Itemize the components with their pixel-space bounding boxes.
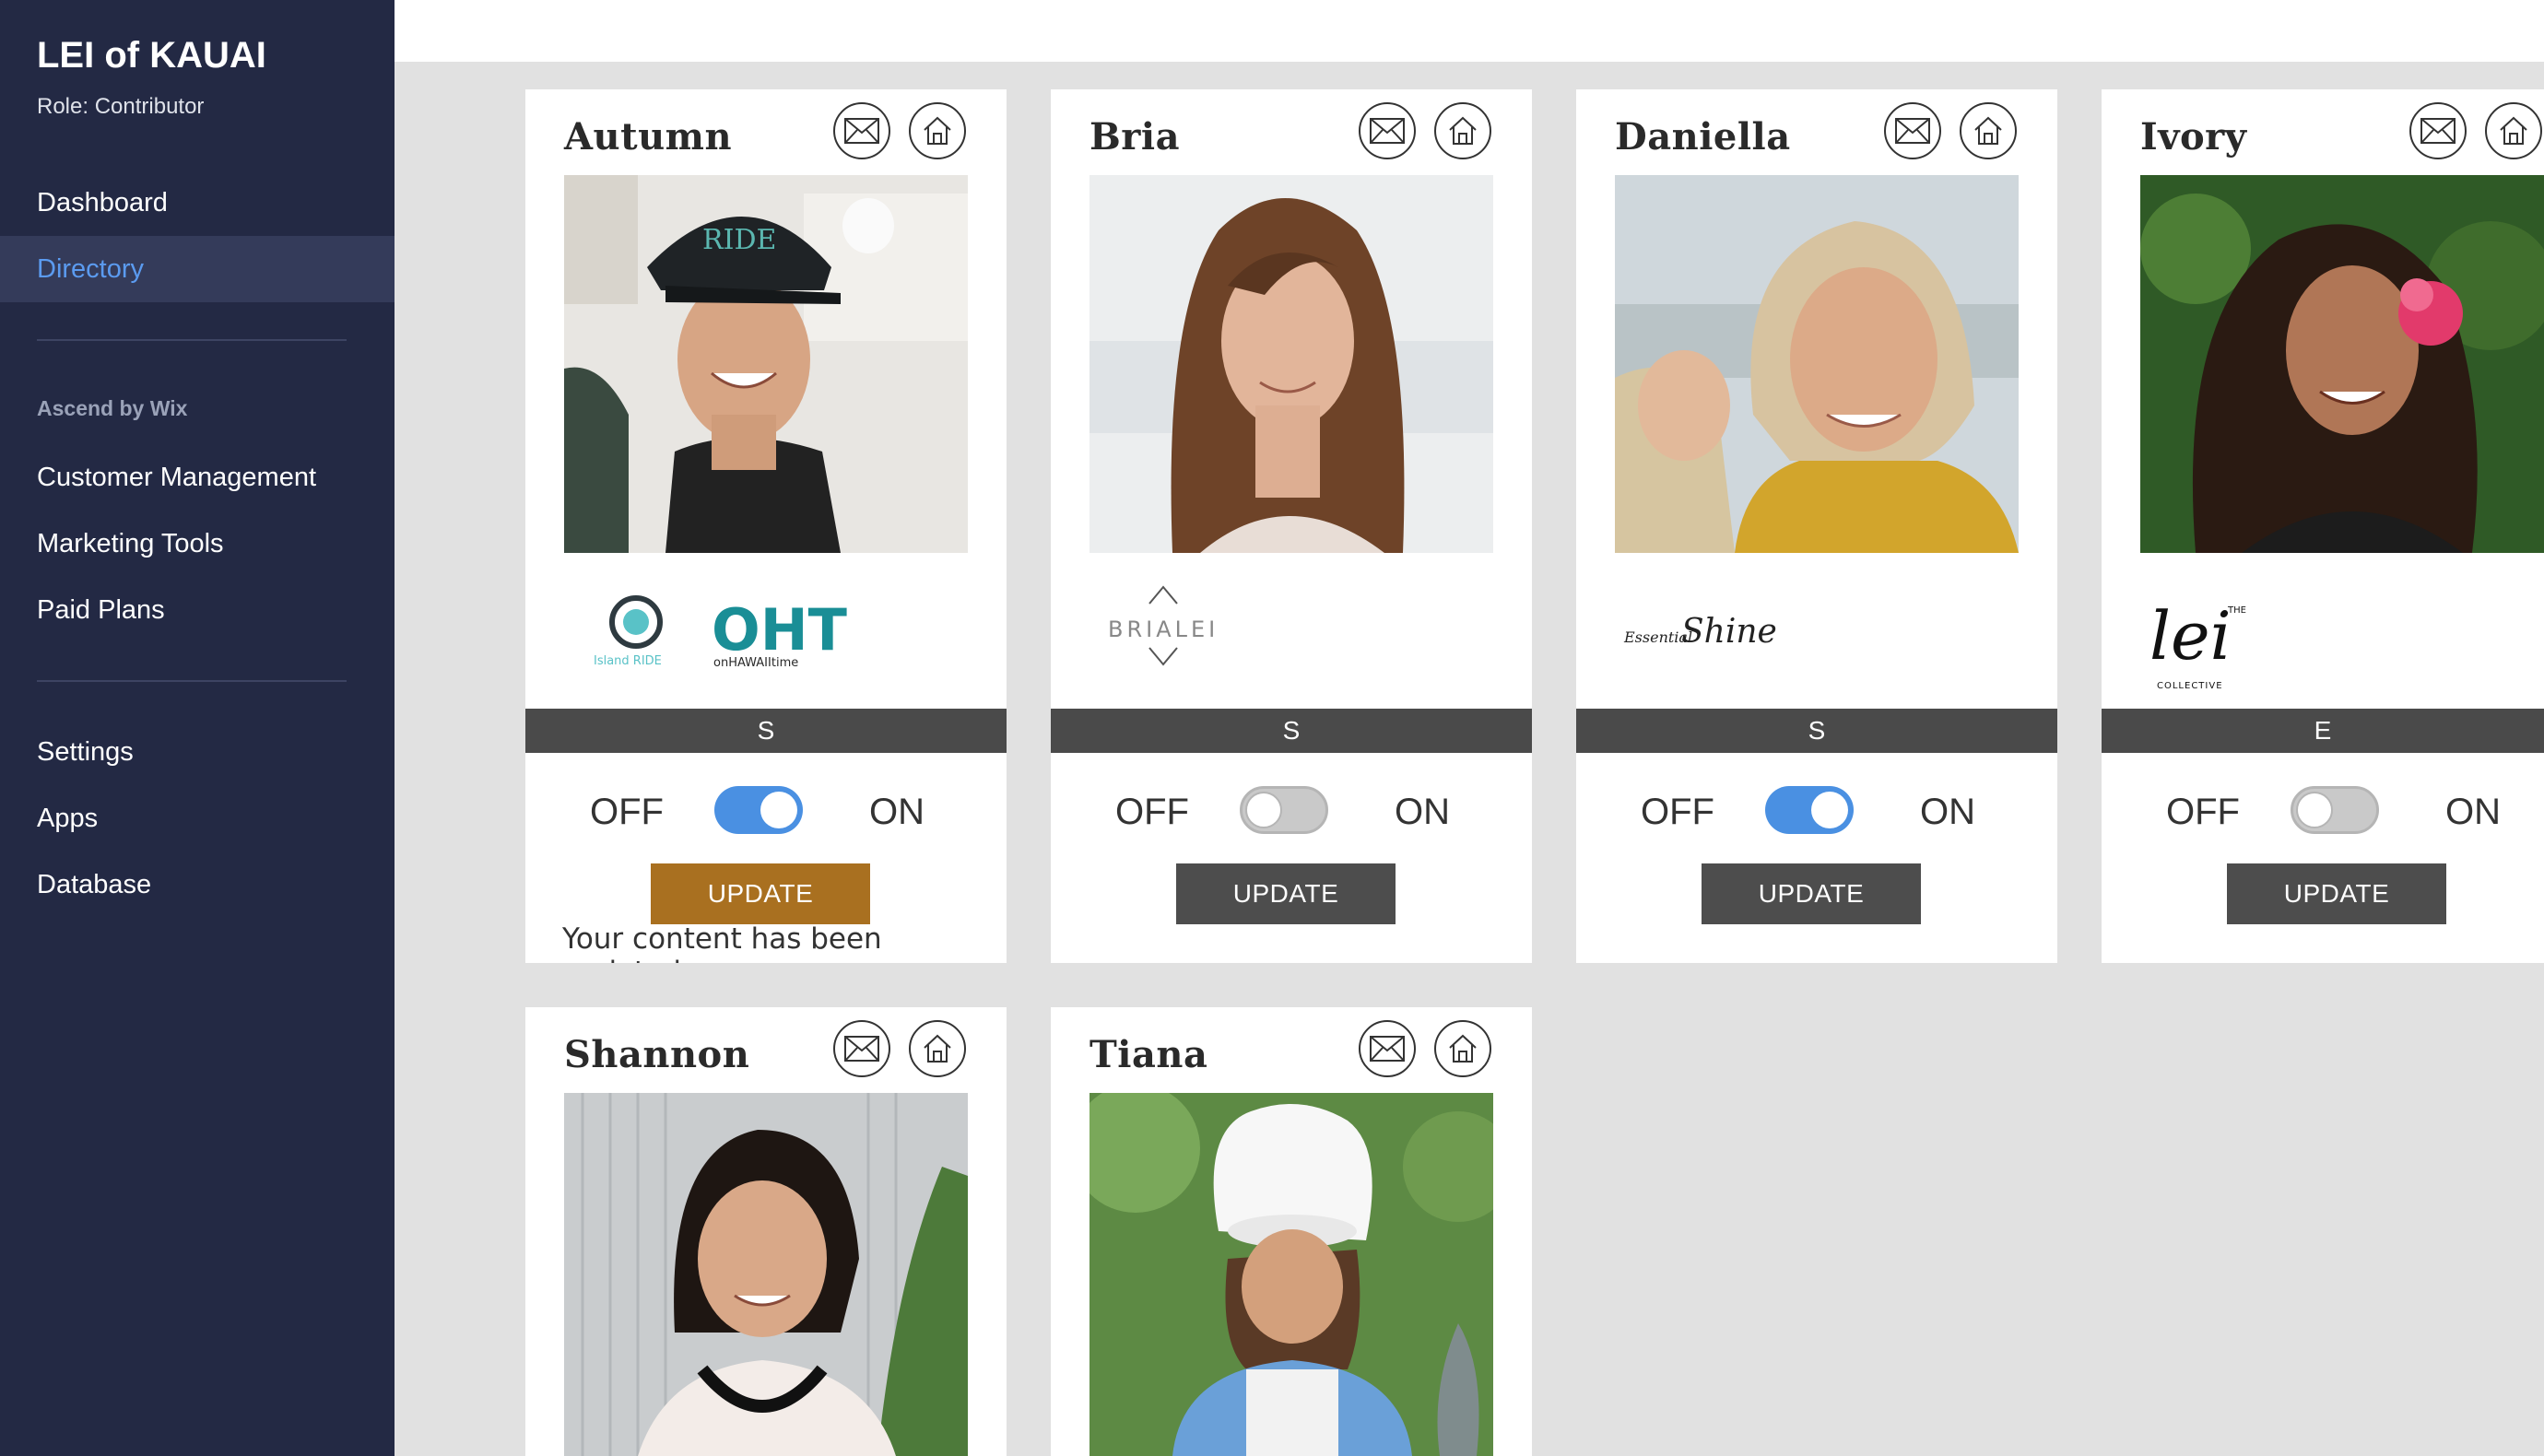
mail-icon xyxy=(844,118,879,144)
visibility-toggle[interactable] xyxy=(2291,786,2379,834)
visibility-toggle[interactable] xyxy=(714,786,803,834)
visibility-toggle-row: OFF ON xyxy=(1576,782,2057,838)
email-button[interactable] xyxy=(1359,102,1416,159)
sidebar-divider xyxy=(37,339,347,341)
svg-text:BRIALEI: BRIALEI xyxy=(1108,616,1219,642)
visibility-toggle-row: OFF ON xyxy=(2102,782,2544,838)
svg-text:Shine: Shine xyxy=(1681,613,1777,651)
toggle-on-label: ON xyxy=(1920,792,1975,832)
toggle-knob xyxy=(760,792,797,828)
home-button[interactable] xyxy=(2485,102,2542,159)
toggle-on-label: ON xyxy=(1395,792,1450,832)
profile-name: Autumn xyxy=(564,115,733,159)
section-title-ascend: Ascend by Wix xyxy=(37,396,188,420)
nav-dashboard[interactable]: Dashboard xyxy=(0,170,395,236)
nav-paid-plans[interactable]: Paid Plans xyxy=(0,577,395,643)
app-title: LEI of KAUAI xyxy=(37,35,266,76)
business-logos: BRIALEI xyxy=(1089,576,1493,705)
profile-card-ivory: Ivory THE lei COLLECTIVE E OFF ON UPDATE xyxy=(2102,89,2544,963)
home-icon xyxy=(1974,116,2002,145)
svg-text:lei: lei xyxy=(2149,597,2232,675)
home-icon xyxy=(924,116,951,145)
category-letter: S xyxy=(1051,709,1532,753)
visibility-toggle[interactable] xyxy=(1765,786,1854,834)
profile-card-tiana: Tiana xyxy=(1051,1007,1532,1456)
profile-photo xyxy=(1615,175,2019,553)
profile-photo xyxy=(1089,175,1493,553)
svg-text:onHAWAIItime: onHAWAIItime xyxy=(713,656,798,670)
toggle-on-label: ON xyxy=(2445,792,2501,832)
home-icon xyxy=(924,1034,951,1063)
visibility-toggle-row: OFF ON xyxy=(1051,782,1532,838)
profile-photo xyxy=(564,1093,968,1456)
visibility-toggle-row: OFF ON xyxy=(525,782,1007,838)
mail-icon xyxy=(2420,118,2456,144)
profile-card-autumn: Autumn RIDE Island RIDE OHT onHAWAIItime… xyxy=(525,89,1007,963)
profile-card-bria: Bria BRIALEI S OFF ON UPDATE xyxy=(1051,89,1532,963)
toggle-on-label: ON xyxy=(869,792,925,832)
mail-icon xyxy=(1370,1036,1405,1062)
mail-icon xyxy=(1370,118,1405,144)
home-icon xyxy=(1449,1034,1477,1063)
email-button[interactable] xyxy=(833,1020,890,1077)
nav-directory[interactable]: Directory xyxy=(0,236,395,302)
toggle-off-label: OFF xyxy=(1641,792,1714,832)
sidebar: LEI of KAUAI Role: Contributor Dashboard… xyxy=(0,0,395,1456)
category-letter: E xyxy=(2102,709,2544,753)
home-button[interactable] xyxy=(1434,1020,1491,1077)
svg-text:Island RIDE: Island RIDE xyxy=(594,654,662,668)
toggle-knob xyxy=(2296,792,2333,828)
nav-apps[interactable]: Apps xyxy=(0,785,395,851)
svg-text:RIDE: RIDE xyxy=(702,224,776,256)
nav-marketing-tools[interactable]: Marketing Tools xyxy=(0,511,395,577)
toggle-knob xyxy=(1245,792,1282,828)
category-letter: S xyxy=(1576,709,2057,753)
profile-name: Shannon xyxy=(564,1033,750,1076)
business-logos: Island RIDE OHT onHAWAIItime xyxy=(564,576,968,705)
visibility-toggle[interactable] xyxy=(1240,786,1328,834)
update-button[interactable]: UPDATE xyxy=(2227,863,2446,924)
update-button[interactable]: UPDATE xyxy=(1702,863,1921,924)
profile-card-daniella: Daniella Essential Shine S OFF ON UPDATE xyxy=(1576,89,2057,963)
email-button[interactable] xyxy=(2409,102,2467,159)
svg-text:OHT: OHT xyxy=(712,596,847,663)
profile-card-shannon: Shannon xyxy=(525,1007,1007,1456)
home-icon xyxy=(1449,116,1477,145)
email-button[interactable] xyxy=(1359,1020,1416,1077)
mail-icon xyxy=(844,1036,879,1062)
home-button[interactable] xyxy=(909,1020,966,1077)
svg-text:COLLECTIVE: COLLECTIVE xyxy=(2157,681,2223,691)
mail-icon xyxy=(1895,118,1930,144)
business-logos: Essential Shine xyxy=(1615,576,2019,705)
nav-settings[interactable]: Settings xyxy=(0,719,395,785)
email-button[interactable] xyxy=(833,102,890,159)
toggle-off-label: OFF xyxy=(2166,792,2240,832)
profile-name: Bria xyxy=(1089,115,1180,159)
nav-customer-management[interactable]: Customer Management xyxy=(0,444,395,511)
update-button[interactable]: UPDATE xyxy=(651,863,870,924)
top-bar xyxy=(395,0,2544,62)
category-letter: S xyxy=(525,709,1007,753)
profile-name: Ivory xyxy=(2140,115,2247,159)
user-role: Role: Contributor xyxy=(37,94,205,119)
profile-name: Daniella xyxy=(1615,115,1791,159)
toggle-off-label: OFF xyxy=(590,792,664,832)
toggle-knob xyxy=(1811,792,1848,828)
toggle-off-label: OFF xyxy=(1115,792,1189,832)
home-button[interactable] xyxy=(909,102,966,159)
profile-photo xyxy=(2140,175,2544,553)
nav-database[interactable]: Database xyxy=(0,851,395,918)
profile-photo xyxy=(1089,1093,1493,1456)
business-logos: THE lei COLLECTIVE xyxy=(2140,576,2544,705)
update-confirmation: Your content has been updated xyxy=(562,922,882,963)
profile-photo: RIDE xyxy=(564,175,968,553)
home-icon xyxy=(2500,116,2527,145)
home-button[interactable] xyxy=(1434,102,1491,159)
profile-name: Tiana xyxy=(1089,1033,1208,1076)
home-button[interactable] xyxy=(1960,102,2017,159)
update-button[interactable]: UPDATE xyxy=(1176,863,1396,924)
sidebar-divider xyxy=(37,680,347,682)
email-button[interactable] xyxy=(1884,102,1941,159)
